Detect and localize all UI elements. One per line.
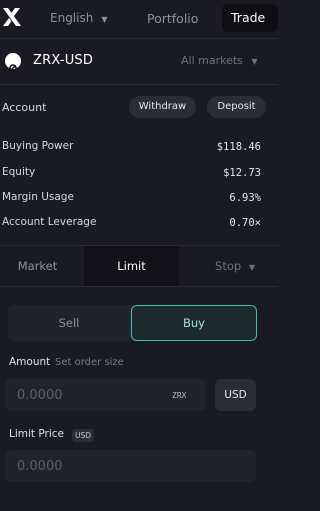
chevron-down-icon: ▼ [251, 57, 258, 66]
tab-trade[interactable]: Trade [222, 4, 278, 32]
account-leverage-value: 0.70× [229, 217, 261, 229]
language-selector[interactable]: English ▼ [50, 11, 108, 25]
tab-market-order[interactable]: Market [0, 246, 75, 286]
dydx-logo-icon[interactable] [2, 6, 22, 28]
amount-placeholder: 0.0000 [17, 388, 63, 403]
limit-price-label: Limit Price [9, 428, 64, 440]
amount-label: Amount [9, 356, 51, 368]
divider [0, 286, 278, 287]
amount-hint: Set order size [55, 357, 124, 368]
chevron-down-icon: ▼ [101, 15, 108, 24]
margin-usage-label: Margin Usage [2, 191, 74, 203]
equity-value: $12.73 [223, 167, 261, 179]
buying-power-label: Buying Power [2, 140, 74, 152]
margin-usage-value: 6.93% [229, 192, 261, 204]
stop-label: Stop [215, 259, 242, 273]
language-label: English [50, 11, 94, 25]
all-markets-label: All markets [181, 54, 243, 67]
tab-limit-order[interactable]: Limit [84, 246, 179, 286]
all-markets-dropdown[interactable]: All markets ▼ [181, 54, 258, 67]
sell-button[interactable]: Sell [8, 305, 130, 341]
equity-label: Equity [2, 166, 36, 178]
market-pair[interactable]: ZRX-USD [33, 53, 93, 68]
chevron-down-icon: ▼ [248, 263, 255, 272]
tab-stop-order[interactable]: Stop ▼ [200, 246, 270, 286]
limit-unit-badge: USD [72, 429, 95, 442]
buy-button[interactable]: Buy [131, 305, 257, 341]
account-heading: Account [2, 101, 47, 114]
usd-toggle-button[interactable]: USD [215, 379, 256, 411]
deposit-button[interactable]: Deposit [207, 96, 266, 118]
limit-price-placeholder: 0.0000 [17, 459, 63, 474]
amount-unit-tag: ZRX [172, 391, 187, 400]
zrx-token-mark [9, 57, 17, 72]
tab-portfolio[interactable]: Portfolio [147, 11, 198, 26]
withdraw-button[interactable]: Withdraw [129, 96, 196, 118]
buying-power-value: $118.46 [216, 141, 261, 153]
account-leverage-label: Account Leverage [2, 216, 97, 228]
